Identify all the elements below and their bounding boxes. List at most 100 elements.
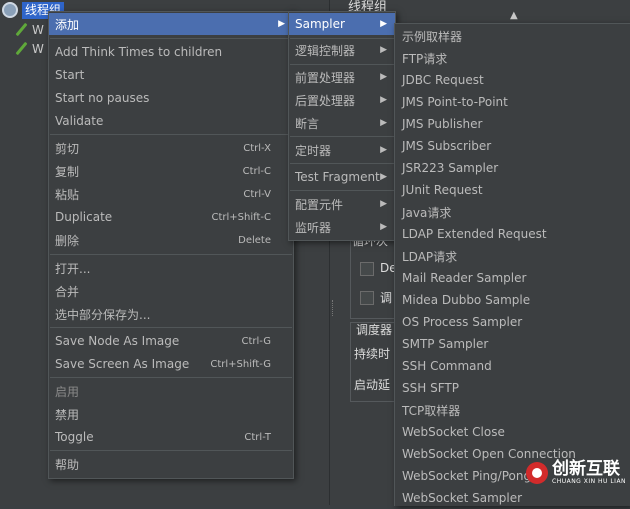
menu-item-copy[interactable]: 复制 Ctrl-C: [49, 160, 293, 182]
shortcut-label: Ctrl-G: [241, 335, 271, 347]
menu-item-sampler-option[interactable]: FTP请求: [395, 47, 630, 69]
menu-item-label: WebSocket Open Connection: [402, 447, 576, 461]
startup-delay-label: 启动延: [354, 378, 391, 392]
menu-item-open[interactable]: 打开...: [49, 257, 293, 279]
menu-item-label: SSH Command: [402, 359, 492, 373]
submenu-arrow-icon: ▶: [278, 19, 285, 29]
menu-item-label: 后置处理器: [295, 93, 356, 108]
menu-item-sampler-option[interactable]: JMS Subscriber: [395, 135, 630, 157]
menu-item-sampler-option[interactable]: LDAP Extended Request: [395, 223, 630, 245]
menu-item-label: OS Process Sampler: [402, 315, 523, 329]
shortcut-label: Ctrl-V: [243, 188, 271, 200]
menu-item-label: JMS Publisher: [402, 117, 483, 131]
menu-item-merge[interactable]: 合并: [49, 280, 293, 302]
menu-item-logic-controller[interactable]: 逻辑控制器 ▶: [289, 39, 395, 61]
scheduler-title: 调度器: [356, 323, 393, 337]
submenu-arrow-icon: ▶: [380, 145, 387, 155]
submenu-arrow-icon: ▶: [380, 172, 387, 182]
menu-item-validate[interactable]: Validate: [49, 110, 293, 132]
menu-item-label: Toggle: [55, 430, 94, 444]
menu-item-label: Validate: [55, 114, 104, 128]
menu-item-sampler-option[interactable]: JMS Publisher: [395, 113, 630, 135]
menu-item-save-screen-as-image[interactable]: Save Screen As Image Ctrl+Shift-G: [49, 353, 293, 375]
menu-item-label: 合并: [55, 284, 80, 299]
menu-item-paste[interactable]: 粘贴 Ctrl-V: [49, 183, 293, 205]
menu-item-label: 添加: [55, 17, 80, 32]
menu-item-listener[interactable]: 监听器 ▶: [289, 216, 395, 238]
menu-separator: [50, 327, 292, 328]
menu-item-delete[interactable]: 删除 Delete: [49, 229, 293, 251]
menu-item-label: Start no pauses: [55, 91, 150, 105]
menu-item-sampler-option[interactable]: WebSocket Close: [395, 421, 630, 443]
menu-item-sampler-option[interactable]: Java请求: [395, 201, 630, 223]
checkbox-2[interactable]: [360, 291, 374, 305]
submenu-arrow-icon: ▶: [380, 199, 387, 209]
menu-item-sampler[interactable]: Sampler ▶: [289, 13, 395, 35]
menu-item-add[interactable]: 添加 ▶: [49, 13, 293, 35]
menu-item-label: Start: [55, 68, 85, 82]
menu-item-sampler-option[interactable]: Mail Reader Sampler: [395, 267, 630, 289]
menu-separator: [50, 377, 292, 378]
menu-item-sampler-option[interactable]: WebSocket Sampler: [395, 487, 630, 509]
menu-item-help[interactable]: 帮助: [49, 453, 293, 475]
menu-item-start[interactable]: Start: [49, 64, 293, 86]
menu-item-cut[interactable]: 剪切 Ctrl-X: [49, 137, 293, 159]
checkbox-1[interactable]: [360, 262, 374, 276]
tree-node-label: W: [32, 42, 44, 56]
menu-item-label: SMTP Sampler: [402, 337, 489, 351]
menu-item-sampler-option[interactable]: JSR223 Sampler: [395, 157, 630, 179]
menu-item-label: 前置处理器: [295, 70, 356, 85]
menu-separator: [290, 136, 394, 137]
menu-separator: [50, 450, 292, 451]
menu-item-duplicate[interactable]: Duplicate Ctrl+Shift-C: [49, 206, 293, 228]
menu-item-sampler-option[interactable]: SSH Command: [395, 355, 630, 377]
menu-item-add-think-times[interactable]: Add Think Times to children: [49, 41, 293, 63]
menu-item-save-selection-as[interactable]: 选中部分保存为...: [49, 303, 293, 325]
shortcut-label: Ctrl-X: [243, 142, 271, 154]
watermark-title: 创新互联: [552, 459, 620, 479]
menu-item-toggle[interactable]: Toggle Ctrl-T: [49, 426, 293, 448]
menu-item-sampler-option[interactable]: LDAP请求: [395, 245, 630, 267]
watermark: 创新互联 CHUANG XIN HU LIAN: [526, 460, 626, 485]
sampler-submenu: 示例取样器 FTP请求 JDBC Request JMS Point-to-Po…: [394, 23, 630, 506]
menu-item-label: 粘贴: [55, 187, 80, 202]
menu-item-pre-processor[interactable]: 前置处理器 ▶: [289, 66, 395, 88]
submenu-arrow-icon: ▶: [380, 222, 387, 232]
menu-item-label: Java请求: [402, 205, 452, 220]
menu-item-sampler-option[interactable]: 示例取样器: [395, 25, 630, 47]
checkbox-2-label: 调: [380, 291, 393, 305]
menu-item-config-element[interactable]: 配置元件 ▶: [289, 193, 395, 215]
menu-item-assertion[interactable]: 断言 ▶: [289, 112, 395, 134]
context-menu: 添加 ▶ Add Think Times to children Start St…: [48, 11, 294, 479]
scroll-up-icon[interactable]: ▲: [510, 10, 518, 21]
menu-item-save-node-as-image[interactable]: Save Node As Image Ctrl-G: [49, 330, 293, 352]
pencil-icon: [14, 42, 28, 56]
menu-item-post-processor[interactable]: 后置处理器 ▶: [289, 89, 395, 111]
menu-item-timer[interactable]: 定时器 ▶: [289, 139, 395, 161]
tree-node-child[interactable]: W: [14, 21, 44, 39]
menu-item-sampler-option[interactable]: Midea Dubbo Sample: [395, 289, 630, 311]
submenu-arrow-icon: ▶: [380, 95, 387, 105]
menu-item-sampler-option[interactable]: SSH SFTP: [395, 377, 630, 399]
menu-item-sampler-option[interactable]: JDBC Request: [395, 69, 630, 91]
menu-item-label: JSR223 Sampler: [402, 161, 499, 175]
menu-item-label: JUnit Request: [402, 183, 483, 197]
shortcut-label: Ctrl-T: [244, 431, 271, 443]
menu-item-test-fragment[interactable]: Test Fragment ▶: [289, 166, 395, 188]
menu-item-label: WebSocket Sampler: [402, 491, 523, 505]
divider-grip[interactable]: [332, 300, 336, 316]
menu-item-label: 复制: [55, 164, 80, 179]
shortcut-label: Delete: [238, 234, 271, 246]
menu-item-label: JMS Point-to-Point: [402, 95, 508, 109]
menu-item-sampler-option[interactable]: OS Process Sampler: [395, 311, 630, 333]
tree-node-child[interactable]: W: [14, 40, 44, 58]
menu-item-label: 配置元件: [295, 197, 344, 212]
menu-item-sampler-option[interactable]: SMTP Sampler: [395, 333, 630, 355]
menu-item-label: LDAP请求: [402, 249, 458, 264]
menu-item-start-no-pauses[interactable]: Start no pauses: [49, 87, 293, 109]
menu-item-label: 选中部分保存为...: [55, 307, 151, 322]
menu-item-sampler-option[interactable]: JMS Point-to-Point: [395, 91, 630, 113]
menu-item-sampler-option[interactable]: JUnit Request: [395, 179, 630, 201]
menu-item-sampler-option[interactable]: TCP取样器: [395, 399, 630, 421]
menu-item-disable[interactable]: 禁用: [49, 403, 293, 425]
